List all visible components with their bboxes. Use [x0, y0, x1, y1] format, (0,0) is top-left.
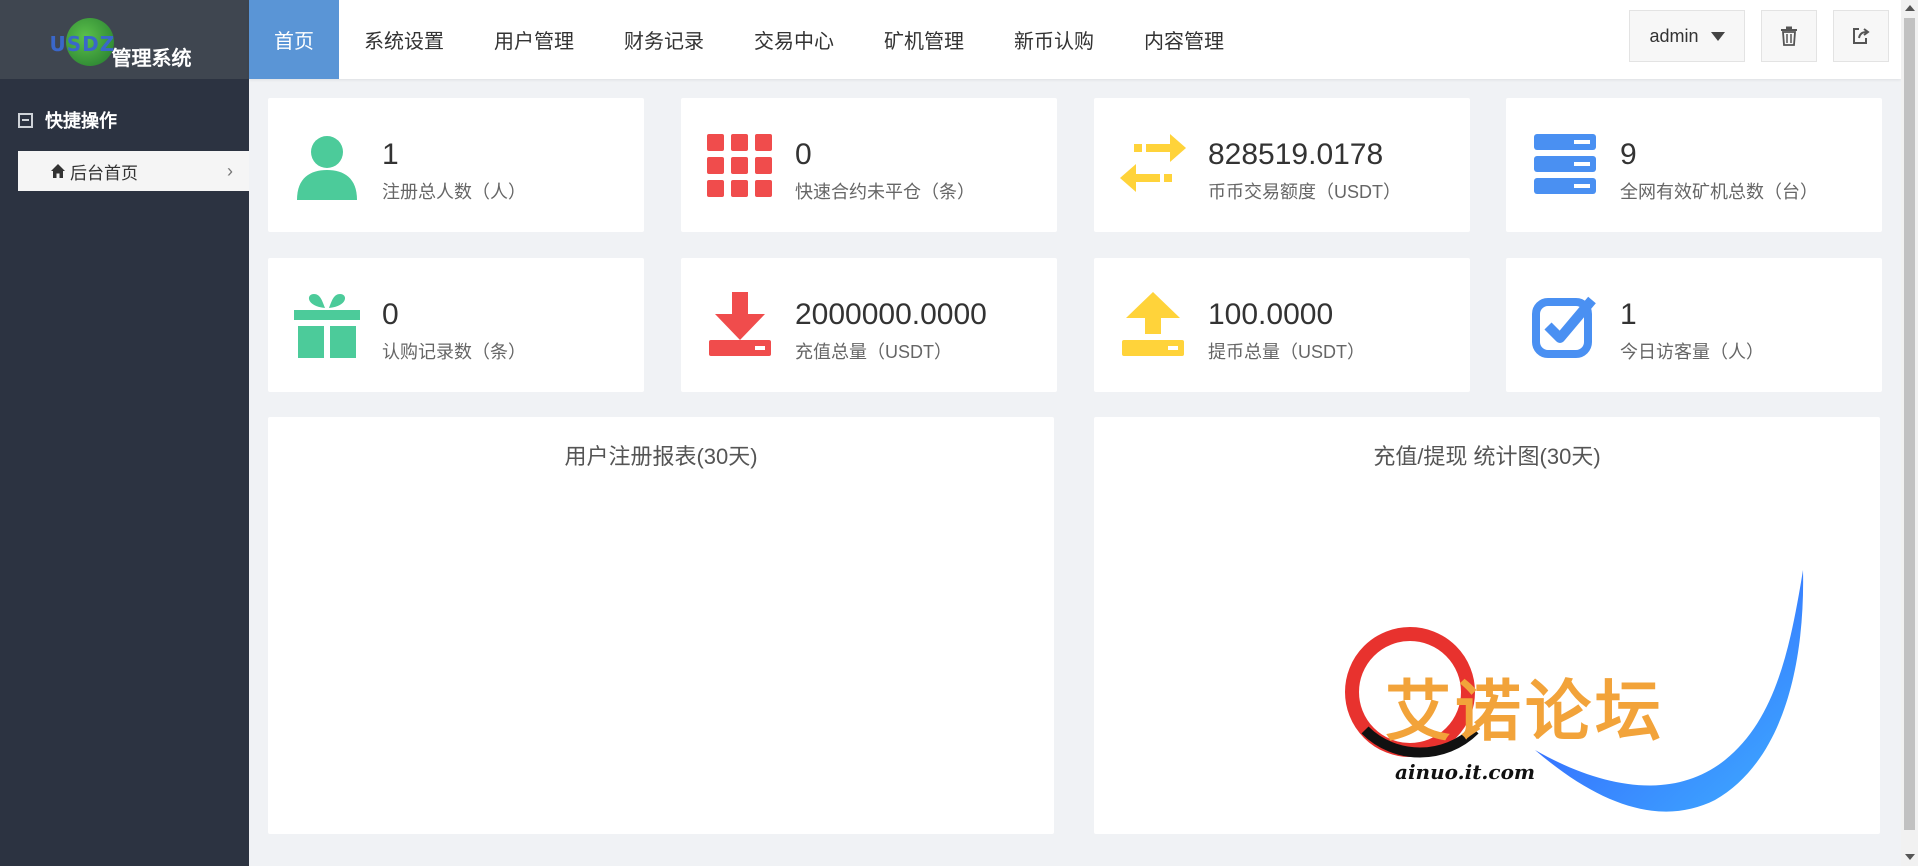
- logout-button[interactable]: [1833, 10, 1889, 62]
- nav-home[interactable]: 首页: [249, 0, 339, 79]
- logo-area: USDZ 管理系统: [0, 0, 249, 79]
- clear-cache-button[interactable]: [1761, 10, 1817, 62]
- stat-label: 充值总量（USDT）: [795, 342, 952, 362]
- stat-label: 币币交易额度（USDT）: [1208, 182, 1401, 202]
- stat-card-trade-volume: 828519.0178 币币交易额度（USDT）: [1094, 98, 1470, 232]
- nav-miner-management[interactable]: 矿机管理: [859, 0, 989, 79]
- logo-mark: USDZ: [49, 31, 116, 56]
- admin-dropdown[interactable]: admin: [1629, 10, 1745, 62]
- stat-card-today-visitors: 1 今日访客量（人）: [1506, 258, 1882, 392]
- sidebar: USDZ 管理系统 快捷操作 后台首页 ›: [0, 0, 249, 866]
- stat-value: 100.0000: [1208, 298, 1334, 331]
- logo-name: 管理系统: [111, 47, 192, 70]
- nav-finance-records[interactable]: 财务记录: [599, 0, 729, 79]
- sidebar-item-dashboard-home[interactable]: 后台首页 ›: [18, 151, 249, 191]
- stat-value: 828519.0178: [1208, 138, 1384, 171]
- nav-user-management[interactable]: 用户管理: [469, 0, 599, 79]
- nav-new-coin-subscription[interactable]: 新币认购: [989, 0, 1119, 79]
- topbar-actions: admin: [1629, 10, 1889, 62]
- stat-value: 0: [382, 298, 399, 331]
- scroll-down-arrow-icon[interactable]: [1905, 854, 1915, 860]
- stat-value: 1: [1620, 298, 1637, 331]
- top-navbar: 首页 系统设置 用户管理 财务记录 交易中心 矿机管理 新币认购 内容管理 ad…: [249, 0, 1901, 79]
- download-icon: [709, 292, 771, 356]
- sidebar-item-label: 后台首页: [70, 163, 138, 183]
- nav-system-settings[interactable]: 系统设置: [339, 0, 469, 79]
- stat-card-registered-users: 1 注册总人数（人）: [268, 98, 644, 232]
- scroll-thumb[interactable]: [1904, 18, 1915, 830]
- app-logo[interactable]: USDZ 管理系统: [50, 10, 200, 70]
- stat-card-open-contracts: 0 快速合约未平仓（条）: [681, 98, 1057, 232]
- quick-actions-header[interactable]: 快捷操作: [0, 79, 249, 161]
- home-icon: [51, 164, 65, 178]
- watermark-text: 艾诺论坛: [1385, 674, 1665, 748]
- stat-label: 提币总量（USDT）: [1208, 342, 1365, 362]
- upload-icon: [1122, 292, 1184, 356]
- gift-icon: [294, 294, 360, 358]
- user-registration-chart-panel: 用户注册报表(30天): [268, 417, 1054, 834]
- stat-label: 全网有效矿机总数（台）: [1620, 182, 1818, 202]
- stat-card-total-deposit: 2000000.0000 充值总量（USDT）: [681, 258, 1057, 392]
- stat-value: 2000000.0000: [795, 298, 987, 331]
- stat-card-subscription-records: 0 认购记录数（条）: [268, 258, 644, 392]
- swap-arrows-icon: [1120, 134, 1186, 192]
- check-square-icon: [1532, 296, 1596, 358]
- stat-card-total-withdrawal: 100.0000 提币总量（USDT）: [1094, 258, 1470, 392]
- stat-label: 认购记录数（条）: [382, 342, 526, 362]
- user-icon: [297, 136, 357, 200]
- watermark: 艾诺论坛 ainuo.it.com: [1335, 570, 1805, 830]
- quick-actions-title: 快捷操作: [45, 111, 117, 131]
- chevron-right-icon: ›: [227, 161, 233, 181]
- stat-label: 注册总人数（人）: [382, 182, 526, 202]
- collapse-icon: [18, 112, 33, 128]
- trash-icon: [1781, 26, 1797, 46]
- stat-label: 快速合约未平仓（条）: [795, 182, 975, 202]
- stat-value: 1: [382, 138, 399, 171]
- panel-title: 充值/提现 统计图(30天): [1373, 444, 1601, 469]
- panel-title: 用户注册报表(30天): [564, 444, 758, 469]
- caret-down-icon: [1710, 31, 1725, 41]
- nav-content-management[interactable]: 内容管理: [1119, 0, 1249, 79]
- stat-label: 今日访客量（人）: [1620, 342, 1764, 362]
- watermark-url: ainuo.it.com: [1395, 760, 1536, 784]
- vertical-scrollbar[interactable]: [1901, 0, 1918, 866]
- stat-card-active-miners: 9 全网有效矿机总数（台）: [1506, 98, 1882, 232]
- stat-value: 9: [1620, 138, 1637, 171]
- server-icon: [1534, 134, 1596, 194]
- logout-icon: [1853, 28, 1870, 44]
- scroll-up-arrow-icon[interactable]: [1905, 5, 1915, 11]
- admin-username: admin: [1649, 25, 1699, 46]
- nav-trading-center[interactable]: 交易中心: [729, 0, 859, 79]
- stat-value: 0: [795, 138, 812, 171]
- grid-icon: [707, 134, 772, 197]
